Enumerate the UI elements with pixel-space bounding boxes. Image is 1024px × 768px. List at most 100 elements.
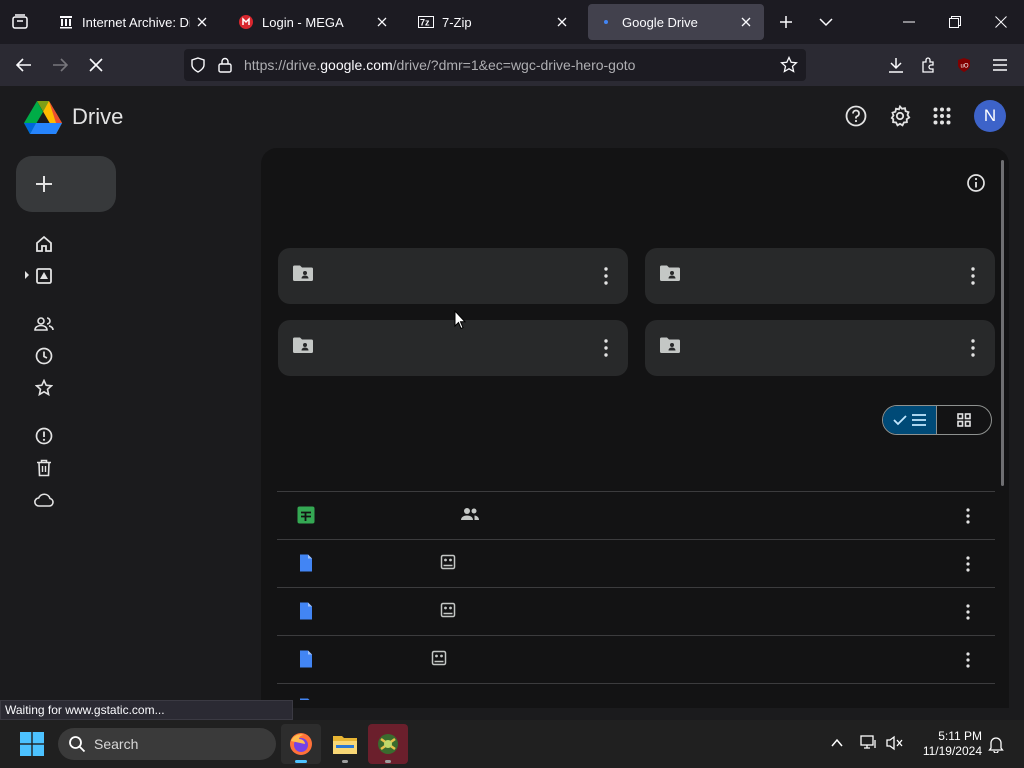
sidebar-item-shared[interactable]	[32, 312, 56, 336]
lock-icon[interactable]	[218, 57, 232, 73]
taskbar-app-firefox[interactable]	[281, 724, 321, 764]
table-row[interactable]	[277, 491, 995, 539]
suggested-folder-card[interactable]	[645, 248, 995, 304]
suggested-folder-card[interactable]	[278, 248, 628, 304]
table-row[interactable]	[277, 587, 995, 635]
shared-folder-icon	[292, 264, 314, 282]
ublock-origin-icon[interactable]: uO	[948, 49, 980, 81]
more-actions-icon[interactable]	[594, 336, 618, 360]
drive-logo-icon	[24, 100, 62, 134]
network-icon[interactable]	[860, 735, 878, 751]
list-icon	[911, 414, 926, 426]
sidebar-item-recent[interactable]	[32, 344, 56, 368]
close-tab-icon[interactable]	[370, 10, 394, 34]
system-clock[interactable]: 5:11 PM 11/19/2024	[912, 729, 982, 759]
extensions-icon[interactable]	[912, 49, 944, 81]
settings-gear-icon[interactable]	[884, 100, 916, 132]
more-actions-icon[interactable]	[959, 602, 977, 622]
firefox-icon	[290, 733, 312, 755]
grid-view-button[interactable]	[937, 406, 991, 434]
close-window-icon[interactable]	[978, 0, 1024, 44]
minimize-icon[interactable]	[886, 0, 932, 44]
tab-title: Google Drive	[622, 14, 698, 30]
tab-overview-icon[interactable]	[4, 6, 36, 38]
notifications-bell-icon[interactable]	[988, 735, 1004, 753]
svg-text:uO: uO	[961, 64, 969, 70]
windows-start-icon[interactable]	[20, 732, 44, 756]
clock-icon	[35, 347, 53, 365]
table-row[interactable]	[277, 539, 995, 587]
forward-icon[interactable]	[44, 49, 76, 81]
docs-file-icon	[297, 554, 315, 572]
sidebar-item-trash[interactable]	[32, 456, 56, 480]
tab-internet-archive[interactable]: Internet Archive: Digital	[48, 4, 220, 40]
list-all-tabs-icon[interactable]	[810, 6, 842, 38]
more-actions-icon[interactable]	[959, 650, 977, 670]
app-name: Drive	[72, 104, 124, 129]
close-tab-icon[interactable]	[190, 10, 214, 34]
more-actions-icon[interactable]	[959, 554, 977, 574]
sidebar-item-starred[interactable]	[32, 376, 56, 400]
more-actions-icon[interactable]	[961, 336, 985, 360]
my-drive-icon	[36, 268, 52, 284]
shared-people-icon	[34, 317, 54, 331]
taskbar-app-game[interactable]	[368, 724, 408, 764]
more-actions-icon[interactable]	[959, 506, 977, 526]
tab-title: Login - MEGA	[262, 14, 344, 30]
url-text[interactable]: https://drive.google.com/drive/?dmr=1&ec…	[244, 49, 635, 81]
clock-time: 5:11 PM	[938, 729, 982, 743]
more-actions-icon[interactable]	[961, 264, 985, 288]
sidebar-item-home[interactable]	[32, 232, 56, 256]
suggested-folder-card[interactable]	[278, 320, 628, 376]
menu-icon[interactable]	[984, 49, 1016, 81]
close-tab-icon[interactable]	[550, 10, 574, 34]
taskbar-app-file-explorer[interactable]	[325, 724, 365, 764]
stop-loading-icon[interactable]	[80, 49, 112, 81]
table-row[interactable]	[277, 635, 995, 683]
volume-muted-icon[interactable]	[886, 735, 904, 751]
sidebar-item-spam[interactable]	[32, 424, 56, 448]
apps-grid-icon[interactable]	[926, 100, 958, 132]
status-text: Waiting for www.gstatic.com...	[0, 700, 293, 720]
spam-icon	[35, 427, 53, 445]
shared-people-icon	[460, 506, 480, 522]
view-toggle	[882, 405, 992, 435]
avatar[interactable]: N	[974, 100, 1006, 132]
shared-drive-icon	[440, 554, 456, 570]
mega-icon	[238, 14, 254, 30]
scrollbar[interactable]	[1001, 160, 1004, 486]
tracking-protection-icon[interactable]	[190, 57, 206, 73]
close-tab-icon[interactable]	[734, 10, 758, 34]
show-hidden-icons-icon[interactable]	[830, 736, 844, 750]
url-path: /drive/?dmr=1&ec=wgc-drive-hero-goto	[392, 57, 636, 73]
table-row[interactable]	[277, 683, 995, 700]
back-icon[interactable]	[8, 49, 40, 81]
info-icon[interactable]	[964, 171, 988, 195]
drive-logo[interactable]: Drive	[24, 98, 123, 136]
suggested-folder-card[interactable]	[645, 320, 995, 376]
expand-arrow-icon[interactable]	[24, 271, 30, 279]
downloads-icon[interactable]	[880, 49, 912, 81]
sidebar-item-my-drive[interactable]	[32, 264, 56, 288]
grid-icon	[957, 413, 971, 427]
cloud-icon	[34, 493, 54, 507]
shared-drive-icon	[440, 602, 456, 618]
new-tab-icon[interactable]	[770, 6, 802, 38]
list-view-button[interactable]	[883, 406, 938, 434]
url-domain: google.com	[320, 57, 393, 73]
sidebar-item-storage[interactable]	[32, 488, 56, 512]
more-actions-icon[interactable]	[594, 264, 618, 288]
bookmark-star-icon[interactable]	[780, 56, 798, 74]
restore-icon[interactable]	[932, 0, 978, 44]
tab-7zip[interactable]: 7z 7-Zip	[408, 4, 580, 40]
drive-icon	[598, 14, 614, 30]
help-icon[interactable]	[840, 100, 872, 132]
tab-mega[interactable]: Login - MEGA	[228, 4, 400, 40]
taskbar-search[interactable]: Search	[58, 728, 276, 760]
url-bar[interactable]: https://drive.google.com/drive/?dmr=1&ec…	[184, 49, 806, 81]
url-prefix: https://drive.	[244, 57, 321, 73]
game-app-icon	[378, 734, 398, 754]
folder-icon	[333, 736, 357, 754]
tab-google-drive[interactable]: Google Drive	[588, 4, 764, 40]
new-button[interactable]	[16, 156, 116, 212]
